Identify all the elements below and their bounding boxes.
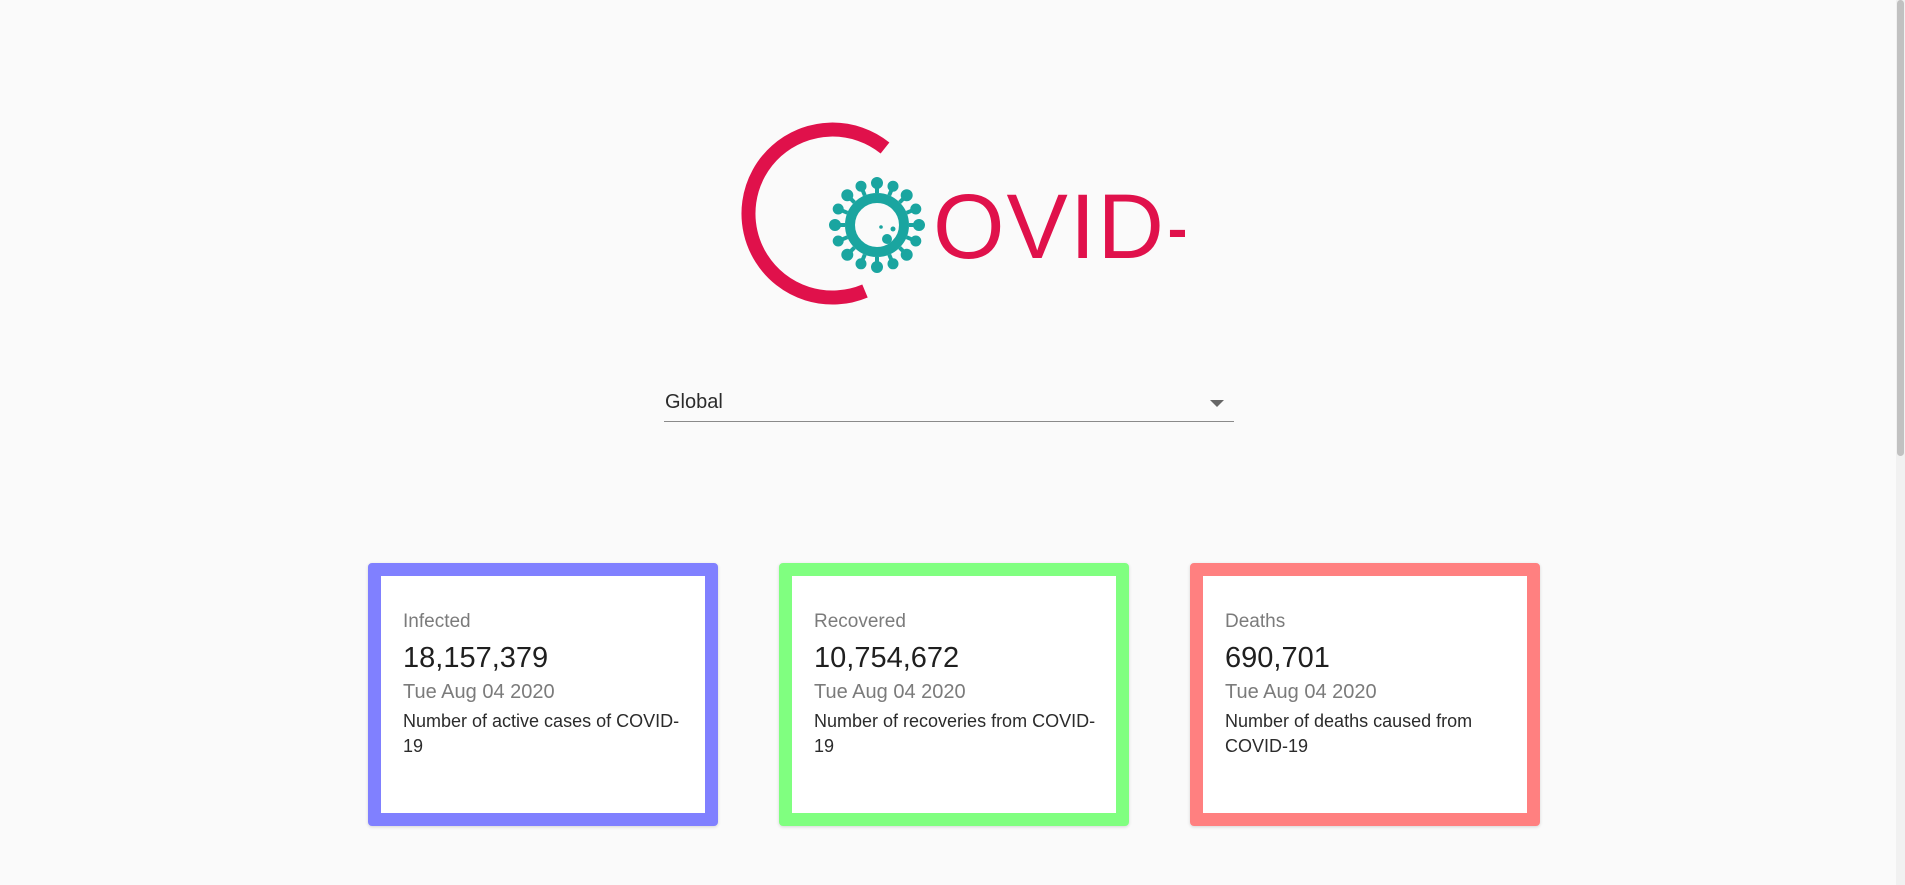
logo-text: OVID-19: [933, 176, 1185, 278]
infected-count: 18,157,379: [403, 642, 549, 674]
deaths-description: Number of deaths caused from COVID-19: [1225, 711, 1473, 756]
recovered-label: Recovered: [814, 611, 906, 632]
deaths-label: Deaths: [1225, 611, 1286, 632]
covid-logo: OVID-19: [715, 118, 1185, 312]
scrollbar[interactable]: [1896, 0, 1905, 885]
virus-icon: [829, 177, 925, 273]
infected-description: Number of active cases of COVID-19: [403, 711, 680, 756]
recovered-count: 10,754,672: [814, 642, 960, 674]
deaths-date: Tue Aug 04 2020: [1225, 681, 1377, 703]
infected-date: Tue Aug 04 2020: [403, 681, 555, 703]
region-select-value: Global: [665, 391, 723, 413]
recovered-card: Recovered 10,754,672 Tue Aug 04 2020 Num…: [779, 563, 1129, 826]
infected-card: Infected 18,157,379 Tue Aug 04 2020 Numb…: [368, 563, 718, 826]
recovered-description: Number of recoveries from COVID-19: [814, 711, 1096, 756]
deaths-card: Deaths 690,701 Tue Aug 04 2020 Number of…: [1190, 563, 1540, 826]
deaths-count: 690,701: [1225, 642, 1330, 674]
scrollbar-thumb[interactable]: [1897, 0, 1904, 456]
region-select[interactable]: Global: [664, 384, 1234, 422]
chevron-down-icon[interactable]: [1210, 400, 1224, 407]
page: OVID-19 Global Infected 18,157,379 Tue A…: [0, 0, 1905, 885]
recovered-date: Tue Aug 04 2020: [814, 681, 966, 703]
infected-label: Infected: [403, 611, 471, 632]
